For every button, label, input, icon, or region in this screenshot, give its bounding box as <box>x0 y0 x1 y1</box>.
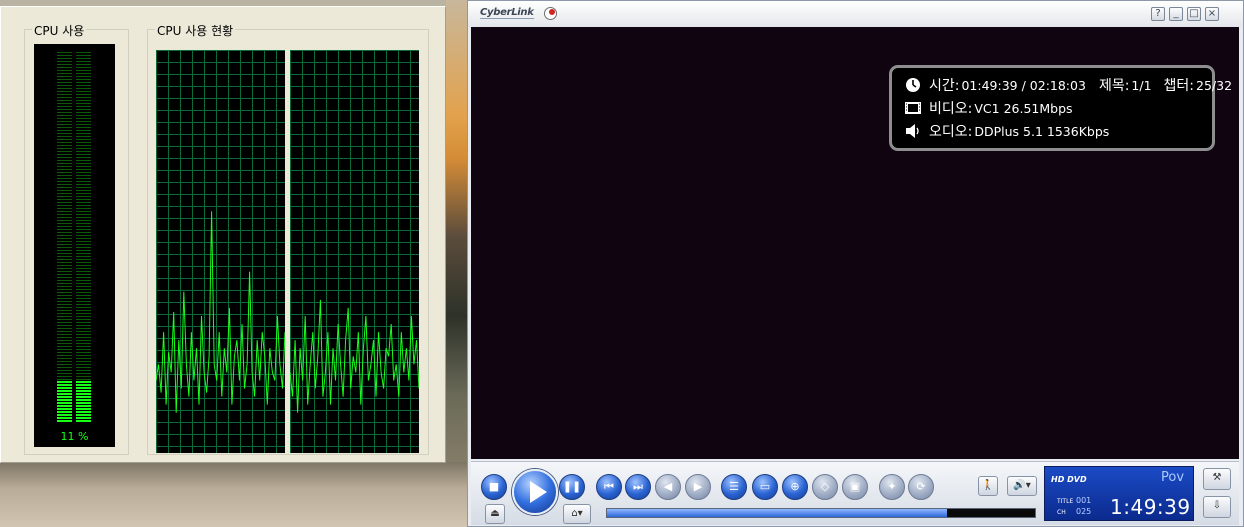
navigation-icon[interactable]: ✦ <box>879 474 905 500</box>
source-drive-button[interactable]: ⌂▾ <box>563 504 591 524</box>
cpu-usage-meter: 11 % <box>34 44 115 447</box>
player-title-bar[interactable]: CyberLink ? _ □ × <box>468 1 1243 27</box>
step-forward-button[interactable]: ▶ <box>685 474 711 500</box>
osd-audio-row: 오디오: DDPlus 5.1 1536Kbps <box>904 122 1109 140</box>
volume-button[interactable]: 🔊▾ <box>1007 476 1037 496</box>
close-button[interactable]: × <box>1205 7 1219 21</box>
video-display[interactable]: 시간: 01:49:39 / 02:18:03 제목: 1/1 챕터: 25/3… <box>471 27 1239 459</box>
eject-icon[interactable]: ⏏ <box>485 504 505 524</box>
minimize-button[interactable]: _ <box>1169 7 1183 21</box>
osd-time-value: 01:49:39 / 02:18:03 <box>961 77 1086 93</box>
cpu-history-line-core-1 <box>156 211 285 413</box>
walker-icon[interactable]: 🚶 <box>978 476 998 496</box>
control-bar: ■ ❚❚ ⏮ ⏭ ◀ ▶ ☰ ▭ ⊕ ◇ ▣ ✦ ⟳ 🚶 🔊▾ ⏏ ⌂▾ HD … <box>471 461 1239 525</box>
stop-button[interactable]: ■ <box>481 474 507 500</box>
osd-audio-value: DDPlus 5.1 1536Kbps <box>974 123 1110 139</box>
cyberlink-logo: CyberLink <box>480 7 534 19</box>
help-button[interactable]: ? <box>1151 7 1165 21</box>
cpu-meter-fill-right <box>76 381 91 422</box>
hd-dvd-logo: HD DVD <box>1051 475 1087 484</box>
pause-button[interactable]: ❚❚ <box>559 474 585 500</box>
hd-dvd-logo-text: HD DVD <box>1051 475 1087 484</box>
cpu-usage-group: CPU 사용 11 % <box>24 22 129 455</box>
cpu-history-graph-core-2 <box>290 50 419 453</box>
cpu-meter-column-right <box>76 52 91 422</box>
play-button[interactable] <box>512 469 558 515</box>
cpu-history-title: CPU 사용 현황 <box>155 22 236 39</box>
osd-time-row: 시간: 01:49:39 / 02:18:03 제목: 1/1 챕터: 25/3… <box>904 76 1232 94</box>
osd-title-value: 1/1 <box>1131 77 1152 93</box>
lcd-title-value: 001 <box>1076 496 1092 505</box>
desktop-background-bottom <box>0 462 470 527</box>
settings-icon[interactable]: ⚒ <box>1203 468 1231 490</box>
seek-bar-progress <box>607 509 948 517</box>
repeat-icon[interactable]: ⟳ <box>908 474 934 500</box>
cpu-percent-label: 11 % <box>60 430 89 443</box>
osd-chapter-label: 챕터: <box>1163 78 1195 94</box>
cyberlink-player-window: CyberLink ? _ □ × 시간: 01:49:39 / 02:18:0… <box>467 0 1244 527</box>
film-icon <box>905 102 921 114</box>
step-back-button[interactable]: ◀ <box>655 474 681 500</box>
task-manager-performance-panel: CPU 사용 11 % CPU 사용 현황 <box>0 6 446 463</box>
cpu-history-graph-core-1 <box>156 50 285 453</box>
lcd-time: 1:49:39 <box>1110 495 1191 519</box>
subtitle-icon[interactable]: ▭ <box>752 474 778 500</box>
next-chapter-button[interactable]: ⏭ <box>625 474 651 500</box>
cpu-history-group: CPU 사용 현황 <box>147 22 429 455</box>
zoom-icon[interactable]: ▣ <box>842 474 868 500</box>
osd-chapter-value: 25/32 <box>1196 77 1233 93</box>
lcd-chapter-value: 025 <box>1076 507 1092 516</box>
maximize-button[interactable]: □ <box>1187 7 1201 21</box>
osd-title-label: 제목: <box>1098 78 1130 94</box>
lcd-title-label: TITLE <box>1057 498 1074 505</box>
lcd-display[interactable]: HD DVD Pov TITLE 001 CH 025 1:49:39 <box>1044 466 1194 521</box>
previous-chapter-button[interactable]: ⏮ <box>596 474 622 500</box>
upgrade-icon[interactable] <box>544 7 557 20</box>
clock-icon <box>906 78 920 92</box>
cpu-meter-fill-left <box>57 381 72 422</box>
osd-video-label: 비디오: <box>929 101 973 117</box>
seek-bar[interactable] <box>606 508 1036 518</box>
cpu-usage-title: CPU 사용 <box>32 22 87 39</box>
menu-icon[interactable]: ☰ <box>721 474 747 500</box>
language-icon[interactable]: ⊕ <box>782 474 808 500</box>
lcd-chapter-label: CH <box>1057 509 1066 516</box>
osd-audio-label: 오디오: <box>929 124 973 140</box>
playback-info-overlay: 시간: 01:49:39 / 02:18:03 제목: 1/1 챕터: 25/3… <box>889 65 1232 151</box>
cpu-history-line-core-2 <box>290 299 419 413</box>
mini-player-icon[interactable]: ⇩ <box>1203 496 1231 518</box>
osd-video-value: VC1 26.51Mbps <box>974 100 1073 116</box>
angle-icon[interactable]: ◇ <box>812 474 838 500</box>
cpu-meter-column-left <box>57 52 72 422</box>
speaker-icon <box>906 124 919 138</box>
lcd-scroll-text: Pov <box>1161 470 1185 485</box>
osd-video-row: 비디오: VC1 26.51Mbps <box>904 99 1073 117</box>
osd-time-label: 시간: <box>929 78 960 94</box>
